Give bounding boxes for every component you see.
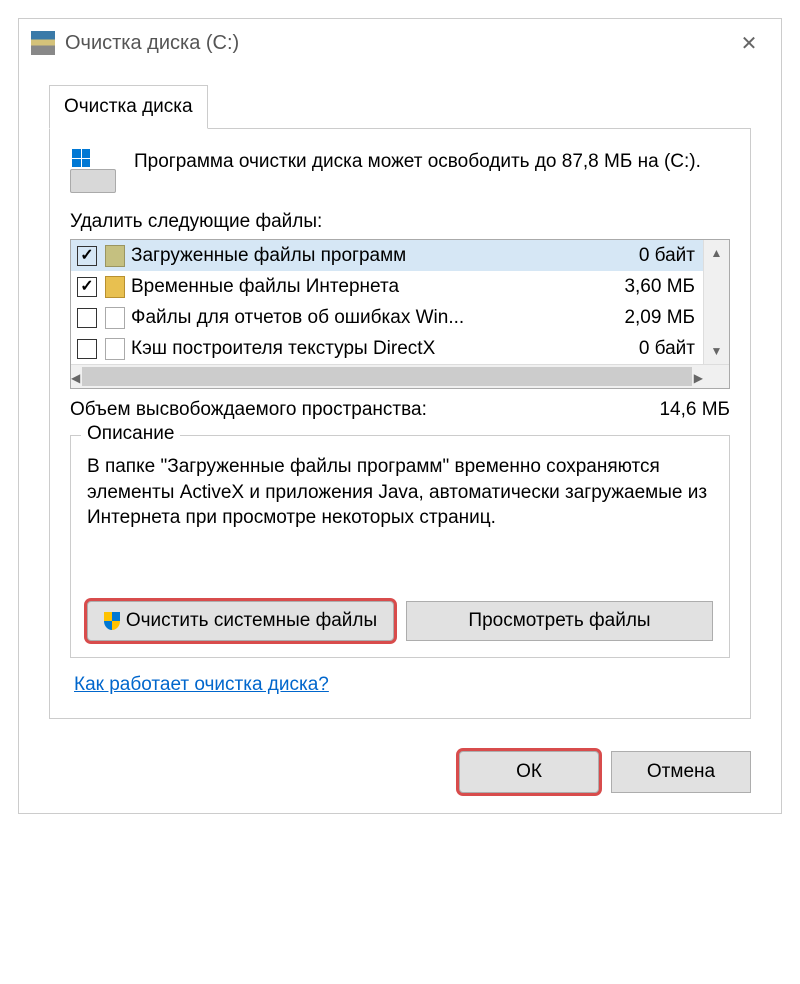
info-text: Программа очистки диска может освободить… — [134, 149, 701, 175]
file-row[interactable]: Кэш построителя текстуры DirectX0 байт — [71, 333, 703, 364]
file-row[interactable]: Файлы для отчетов об ошибках Win...2,09 … — [71, 302, 703, 333]
file-name: Файлы для отчетов об ошибках Win... — [131, 307, 616, 329]
view-files-button[interactable]: Просмотреть файлы — [406, 601, 713, 641]
file-name: Кэш построителя текстуры DirectX — [131, 338, 631, 360]
file-size: 0 байт — [631, 245, 695, 267]
file-row[interactable]: Временные файлы Интернета3,60 МБ — [71, 271, 703, 302]
description-group: Описание В папке "Загруженные файлы прог… — [70, 435, 730, 658]
footer: ОК Отмена — [19, 743, 781, 813]
description-text: В папке "Загруженные файлы программ" вре… — [87, 454, 713, 531]
file-list: Загруженные файлы программ0 байтВременны… — [70, 239, 730, 389]
window-title: Очистка диска (C:) — [65, 32, 729, 55]
vertical-scrollbar[interactable]: ▲ ▼ — [703, 240, 729, 364]
clean-system-files-button[interactable]: Очистить системные файлы — [87, 601, 394, 641]
horizontal-scrollbar[interactable]: ◀ ▶ — [71, 364, 729, 388]
doc-icon — [105, 338, 125, 360]
freespace-row: Объем высвобождаемого пространства: 14,6… — [70, 399, 730, 421]
file-checkbox[interactable] — [77, 246, 97, 266]
cancel-button[interactable]: Отмена — [611, 751, 751, 793]
file-checkbox[interactable] — [77, 339, 97, 359]
tabs: Очистка диска — [49, 85, 751, 129]
lock-icon — [105, 276, 125, 298]
titlebar: Очистка диска (C:) ✕ — [19, 19, 781, 67]
ok-label: ОК — [516, 761, 542, 783]
scroll-right-icon[interactable]: ▶ — [694, 365, 703, 391]
disk-icon — [70, 149, 118, 193]
doc-icon — [105, 307, 125, 329]
close-button[interactable]: ✕ — [729, 28, 769, 58]
content-area: Очистка диска Программа очистки диска мо… — [19, 85, 781, 743]
scroll-down-icon[interactable]: ▼ — [704, 338, 729, 364]
clean-system-label: Очистить системные файлы — [126, 610, 377, 632]
freespace-value: 14,6 МБ — [659, 399, 730, 421]
shield-icon — [104, 612, 120, 630]
view-files-label: Просмотреть файлы — [468, 610, 650, 632]
action-row: Очистить системные файлы Просмотреть фай… — [87, 601, 713, 641]
tab-panel: Программа очистки диска может освободить… — [49, 129, 751, 719]
folder-icon — [105, 245, 125, 267]
file-name: Временные файлы Интернета — [131, 276, 616, 298]
ok-button[interactable]: ОК — [459, 751, 599, 793]
file-size: 0 байт — [631, 338, 695, 360]
file-checkbox[interactable] — [77, 277, 97, 297]
disk-cleanup-window: Очистка диска (C:) ✕ Очистка диска Прогр… — [18, 18, 782, 814]
help-link[interactable]: Как работает очистка диска? — [74, 674, 329, 696]
info-row: Программа очистки диска может освободить… — [70, 149, 730, 193]
file-size: 2,09 МБ — [616, 307, 695, 329]
cancel-label: Отмена — [647, 761, 715, 783]
freespace-label: Объем высвобождаемого пространства: — [70, 399, 427, 421]
tab-disk-cleanup[interactable]: Очистка диска — [49, 85, 208, 129]
scroll-up-icon[interactable]: ▲ — [704, 240, 729, 266]
files-label: Удалить следующие файлы: — [70, 211, 730, 233]
file-row[interactable]: Загруженные файлы программ0 байт — [71, 240, 703, 271]
file-checkbox[interactable] — [77, 308, 97, 328]
app-icon — [31, 31, 55, 55]
scroll-left-icon[interactable]: ◀ — [71, 365, 80, 391]
file-size: 3,60 МБ — [616, 276, 695, 298]
file-name: Загруженные файлы программ — [131, 245, 631, 267]
group-title: Описание — [81, 423, 180, 445]
